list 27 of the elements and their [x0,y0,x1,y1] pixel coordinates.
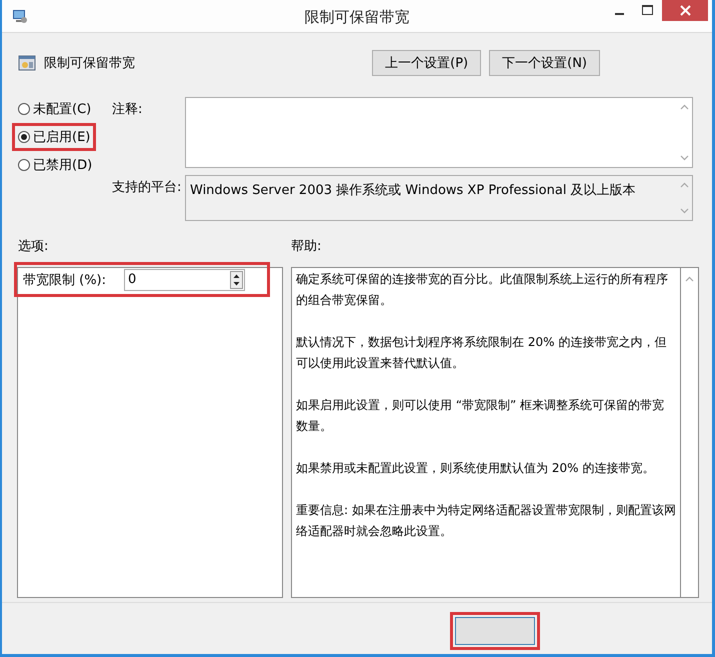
radio-button[interactable] [18,159,30,171]
help-paragraph: 重要信息: 如果在注册表中为特定网络适配器设置带宽限制，则配置该网络适配器时就会忽略此设置。 [296,502,676,540]
field-label: 带宽限制 (%): [23,272,106,288]
close-icon[interactable] [662,0,708,21]
radio-option[interactable]: 已禁用(D) [18,156,92,174]
radio-button[interactable] [18,131,30,143]
help-paragraph: 确定系统可保留的连接带宽的百分比。此值限制系统上运行的所有程序的组合带宽保留。 [296,271,669,309]
radio-option[interactable]: 未配置(C) [18,100,92,118]
null[interactable]: 下一个设置(N) [489,50,600,76]
dialog-button[interactable] [455,616,535,644]
radio-option[interactable]: 已启用(E) [18,128,90,146]
help-label: 帮助: [291,238,322,256]
platform-field: Windows Server 2003 操作系统或 Windows XP Professional 及以上版本 [185,175,693,221]
spin-up-icon[interactable] [231,272,242,280]
null[interactable]: 上一个设置(P) [372,50,482,76]
radio-button[interactable] [18,103,30,115]
policy-icon [18,54,36,72]
setting-title: 限制可保留带宽 [44,55,135,72]
window-title: 限制可保留带宽 [304,8,410,26]
help-paragraph: 如果禁用或未配置此设置，则系统使用默认值为 20% 的连接带宽。 [296,460,656,477]
help-paragraph: 如果启用此设置，则可以使用 “带宽限制” 框来调整系统可保留的带宽数量。 [296,397,666,435]
options-label: 选项: [18,239,48,254]
help-paragraph: 默认情况下，数据包计划程序将系统限制在 20% 的连接带宽之内，但可以使用此设置来替代默认值。 [296,334,668,372]
computer-icon [12,8,28,24]
platform-label: 支持的平台: [112,179,182,197]
number-spinner[interactable]: 0 [124,268,246,290]
comment-label: 注释: [112,101,144,119]
